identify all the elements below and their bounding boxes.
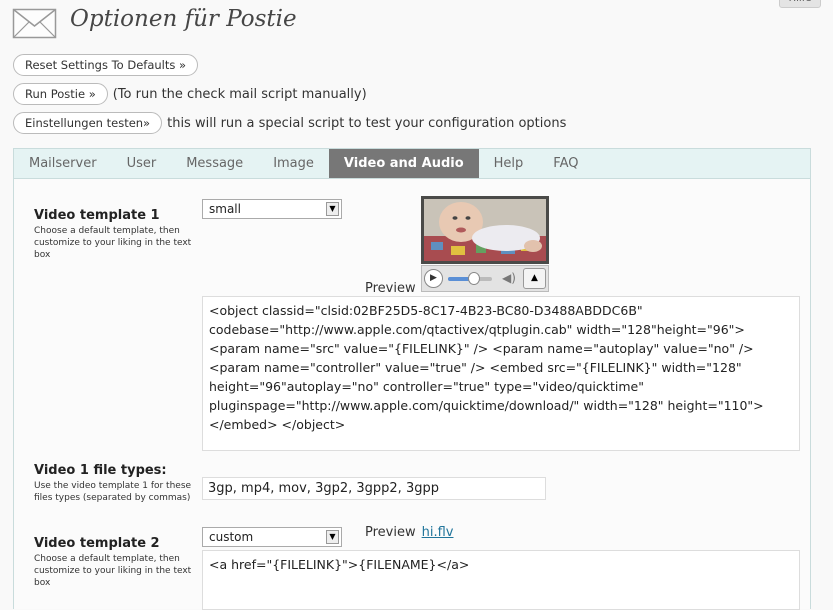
tab-mailserver[interactable]: Mailserver xyxy=(14,149,112,178)
video-template-1-select[interactable]: small ▼ xyxy=(202,199,342,219)
help-tab[interactable]: Hilfe xyxy=(779,0,821,8)
test-settings-button[interactable]: Einstellungen testen» xyxy=(13,112,163,134)
tab-image[interactable]: Image xyxy=(258,149,329,178)
video-1-preview-label: Preview xyxy=(365,281,416,296)
video-template-2-label: Video template 2 xyxy=(34,536,160,551)
video-template-1-selected: small xyxy=(209,202,241,216)
video-template-1-textarea[interactable]: <object classid="clsid:02BF25D5-8C17-4B2… xyxy=(202,296,800,451)
video-template-1-label: Video template 1 xyxy=(34,208,160,223)
run-postie-note: (To run the check mail script manually) xyxy=(112,86,367,102)
volume-slider-knob[interactable] xyxy=(468,272,481,285)
video-preview-thumbnail xyxy=(421,196,549,264)
settings-tabs: Mailserver User Message Image Video and … xyxy=(13,148,811,179)
reset-defaults-button[interactable]: Reset Settings To Defaults » xyxy=(13,54,199,76)
video-2-preview-link[interactable]: hi.flv xyxy=(422,525,454,540)
video-template-2-select[interactable]: custom ▼ xyxy=(202,527,342,547)
chevron-up-icon[interactable]: ▲ xyxy=(523,268,546,289)
video-1-file-types-desc: Use the video template 1 for these files… xyxy=(34,481,192,503)
baby-photo-image xyxy=(421,196,549,264)
tab-message[interactable]: Message xyxy=(171,149,258,178)
page-title: Optionen für Postie xyxy=(70,6,297,32)
video-template-2-desc: Choose a default template, then customiz… xyxy=(34,554,192,588)
video-2-preview: Preview hi.flv xyxy=(365,525,453,540)
play-icon[interactable]: ▶ xyxy=(424,269,443,288)
tab-video-and-audio[interactable]: Video and Audio xyxy=(328,149,479,178)
video-template-2-textarea[interactable]: <a href="{FILELINK}">{FILENAME}</a> xyxy=(202,550,800,610)
video-2-preview-label: Preview xyxy=(365,525,416,540)
video-1-file-types-input[interactable]: 3gp, mp4, mov, 3gp2, 3gpp2, 3gpp xyxy=(202,477,546,500)
chevron-down-icon: ▼ xyxy=(326,202,339,216)
chevron-down-icon: ▼ xyxy=(326,530,339,544)
run-postie-button[interactable]: Run Postie » xyxy=(13,83,108,105)
speaker-icon[interactable]: ◀) xyxy=(502,271,516,285)
video-player-controls: ▶ ◀) ▲ xyxy=(421,265,549,292)
video-template-2-selected: custom xyxy=(209,530,254,544)
video-1-file-types-label: Video 1 file types: xyxy=(34,463,167,478)
tab-faq[interactable]: FAQ xyxy=(538,149,593,178)
test-settings-note: this will run a special script to test y… xyxy=(167,115,567,131)
tab-help[interactable]: Help xyxy=(479,149,539,178)
mail-icon xyxy=(12,8,57,39)
tab-user[interactable]: User xyxy=(112,149,172,178)
video-template-1-desc: Choose a default template, then customiz… xyxy=(34,226,192,260)
